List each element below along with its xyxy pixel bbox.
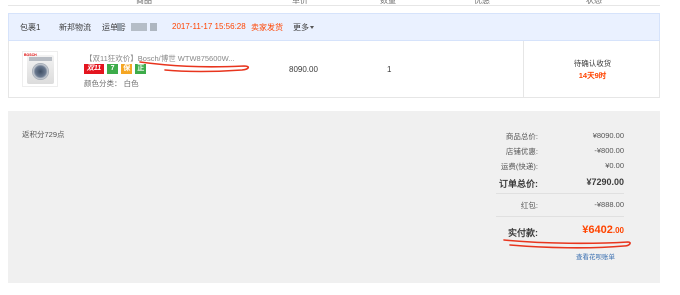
- caret-down-icon: [310, 26, 314, 29]
- summary-row-order-total: 订单总价: ¥7290.00: [408, 177, 624, 189]
- double11-badge: 双11: [84, 64, 104, 74]
- status-cell: 待确认收货 14天9时: [523, 41, 661, 98]
- redacted-tracking-3: [150, 23, 157, 31]
- summary-label: 红包:: [520, 201, 538, 210]
- summary-value: -¥800.00: [594, 146, 624, 155]
- product-title-link[interactable]: 【双11狂欢价】Bosch/博世 WTW875600W...: [85, 53, 234, 64]
- order-item-row: BOSCH 【双11狂欢价】Bosch/博世 WTW875600W... 双11…: [8, 41, 660, 98]
- summary-value: ¥8090.00: [592, 131, 624, 140]
- more-menu[interactable]: 更多: [293, 22, 314, 33]
- paid-amount-cents: .00: [612, 226, 624, 235]
- contact-seller-link[interactable]: 卖家发货: [251, 22, 283, 33]
- carrier-label: 新邦物流: [59, 23, 91, 32]
- product-badges: 双11 7 保 正: [84, 64, 147, 74]
- summary-row-shipping: 运费(快递): ¥0.00: [408, 161, 624, 173]
- order-datetime: 2017-11-17 15:56:28: [172, 22, 246, 31]
- redacted-tracking-1: [117, 23, 122, 31]
- summary-value: -¥888.00: [594, 200, 624, 209]
- col-quantity: 数量: [380, 0, 396, 5]
- more-label: 更多: [293, 23, 309, 32]
- summary-label: 运费(快递):: [500, 162, 538, 171]
- spec-label: 颜色分类：: [84, 79, 122, 88]
- paid-amount-main: ¥6402: [582, 224, 613, 236]
- thumb-brand-logo: BOSCH: [24, 53, 37, 57]
- summary-divider: [496, 216, 624, 217]
- col-status: 状态: [586, 0, 602, 5]
- summary-divider: [496, 193, 624, 194]
- summary-label: 订单总价:: [499, 179, 538, 189]
- order-status: 待确认收货: [573, 59, 612, 68]
- summary-row-paid: 实付款: ¥6402.00: [408, 224, 624, 238]
- spec-value: 白色: [123, 79, 139, 88]
- quantity-value: 1: [387, 65, 392, 74]
- washer-door: [32, 63, 49, 80]
- view-bill-link[interactable]: 查看花呗账单: [576, 251, 615, 261]
- product-spec: 颜色分类： 白色: [84, 78, 139, 89]
- seven-day-return-badge: 7: [107, 64, 119, 74]
- summary-row-goods-total: 商品总价: ¥8090.00: [408, 131, 624, 143]
- col-discount: 优惠: [474, 0, 490, 5]
- summary-value: ¥7290.00: [586, 177, 624, 187]
- summary-label: 店铺优惠:: [505, 147, 538, 156]
- unit-price: 8090.00: [289, 65, 318, 74]
- order-summary-panel: 返积分729点 商品总价: ¥8090.00 店铺优惠: -¥800.00 运费…: [8, 111, 660, 283]
- redacted-tracking-2: [131, 23, 147, 31]
- package-label: 包裹1: [20, 23, 41, 32]
- col-product: 商品: [136, 0, 152, 5]
- genuine-badge: 正: [135, 64, 147, 74]
- washer-panel: [29, 57, 52, 61]
- tracking-prefix: 运单号: [102, 23, 126, 32]
- product-thumbnail[interactable]: BOSCH: [22, 51, 58, 87]
- order-info-bar: 包裹1 新邦物流 运单号 2017-11-17 15:56:28 卖家发货 更多: [8, 13, 660, 41]
- summary-row-red-packet: 红包: -¥888.00: [408, 200, 624, 212]
- summary-value: ¥0.00: [605, 161, 624, 170]
- paid-label: 实付款:: [508, 228, 538, 238]
- points-return: 返积分729点: [22, 130, 65, 139]
- summary-row-shop-discount: 店铺优惠: -¥800.00: [408, 146, 624, 158]
- column-header: 商品 单价 数量 优惠 状态: [8, 0, 660, 6]
- auto-confirm-countdown: 14天9时: [578, 71, 607, 80]
- guarantee-badge: 保: [121, 64, 133, 74]
- summary-label: 商品总价:: [505, 132, 538, 141]
- paid-amount: ¥6402.00: [582, 224, 624, 236]
- washer-image: [27, 55, 54, 84]
- col-unit-price: 单价: [292, 0, 308, 5]
